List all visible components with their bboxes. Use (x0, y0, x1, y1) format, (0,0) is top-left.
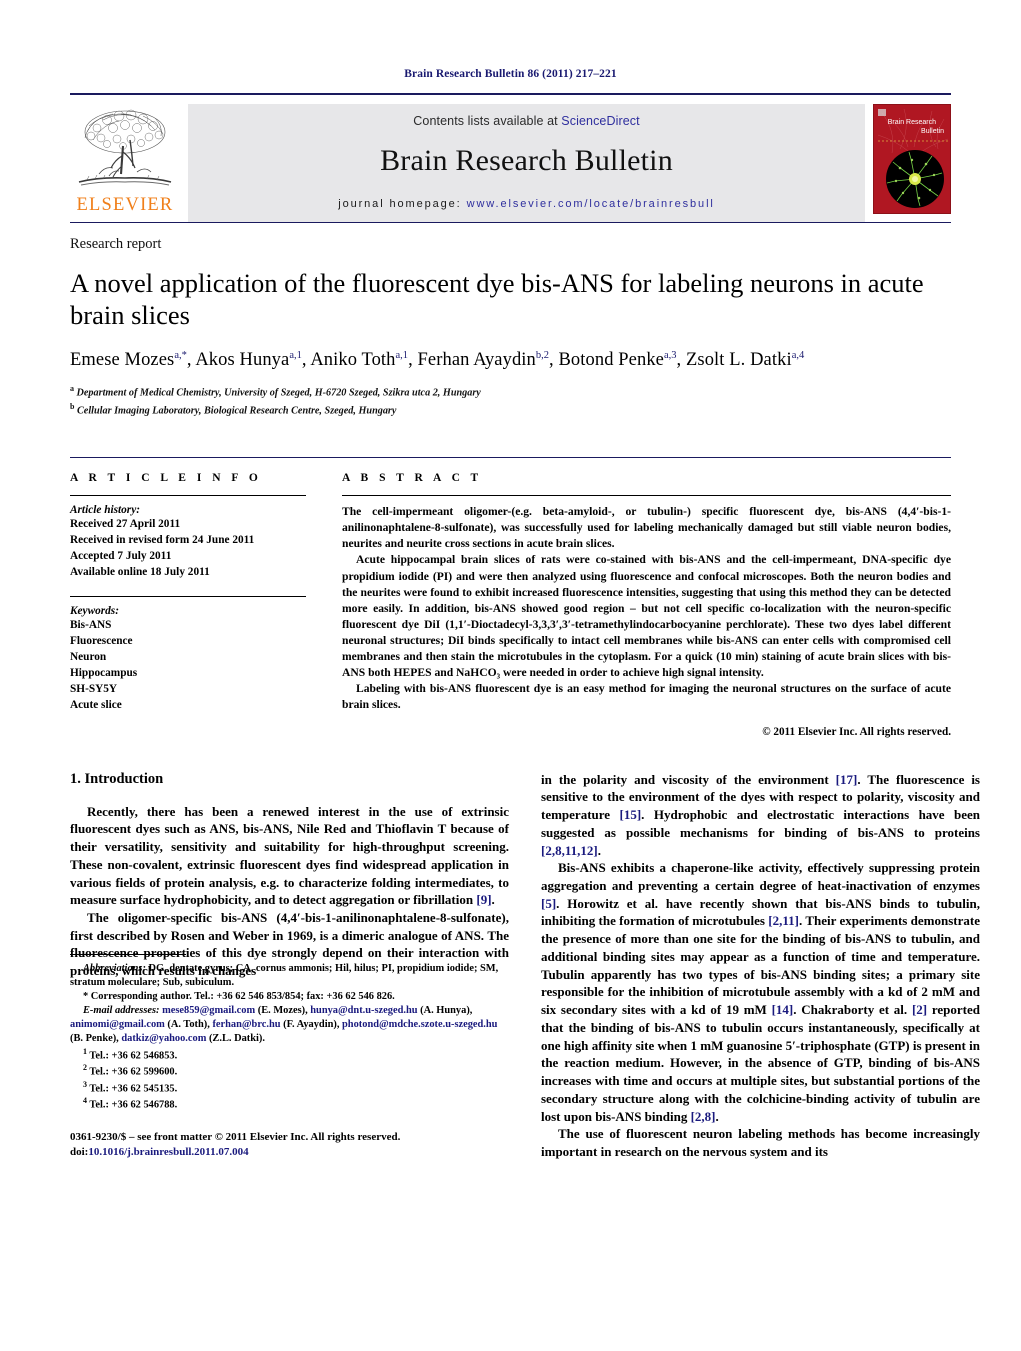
body-paragraph: The use of fluorescent neuron labeling m… (541, 1126, 980, 1159)
email-label: E-mail addresses: (83, 1005, 160, 1017)
homepage-url-link[interactable]: www.elsevier.com/locate/brainresbull (467, 198, 715, 210)
body-paragraph: Bis-ANS exhibits a chaperone-like activi… (541, 860, 980, 1124)
affiliation-b: b Cellular Imaging Laboratory, Biologica… (70, 401, 397, 417)
article-history-label: Article history: (70, 504, 140, 517)
abbreviations-label: Abbreviations: (83, 962, 146, 974)
body-column-right: in the polarity and viscosity of the env… (541, 771, 980, 1161)
footnote-tel: 1 Tel.: +36 62 546853. (83, 1046, 178, 1061)
footnote-tel-text: Tel.: +36 62 545135. (89, 1083, 178, 1095)
author-list: Emese Mozesa,*, Akos Hunyaa,1, Aniko Tot… (70, 349, 805, 370)
journal-article-page: Brain Research Bulletin 86 (2011) 217–22… (0, 0, 1021, 1351)
history-item: Received in revised form 24 June 2011 (70, 534, 255, 547)
body-column-left: 1. Introduction Recently, there has been… (70, 771, 509, 1161)
footnote-tel: 2 Tel.: +36 62 599600. (83, 1063, 178, 1078)
footnote-rule (70, 953, 186, 955)
abstract-paragraph: The cell-impermeant oligomer-(e.g. beta-… (342, 505, 951, 551)
keyword-item: Acute slice (70, 699, 122, 712)
footnote-abbreviations: Abbreviations: DG, dentate gyrus; CA, co… (70, 962, 509, 990)
issn-block: 0361-9230/$ – see front matter © 2011 El… (70, 1130, 509, 1161)
article-info-column: A R T I C L E I N F O Article history: R… (70, 472, 332, 737)
citation-reference[interactable]: [15] (620, 807, 642, 822)
footnote-tel-text: Tel.: +36 62 599600. (89, 1066, 178, 1078)
keyword-item: SH-SY5Y (70, 683, 118, 696)
footnotes-block: Abbreviations: DG, dentate gyrus; CA, co… (70, 953, 509, 1161)
keyword-item: Hippocampus (70, 667, 138, 680)
keywords-block: Keywords: Bis-ANS Fluorescence Neuron Hi… (70, 596, 306, 713)
journal-title: Brain Research Bulletin (380, 144, 673, 177)
info-abstract-section: A R T I C L E I N F O Article history: R… (70, 457, 951, 738)
history-item: Accepted 7 July 2011 (70, 550, 172, 563)
issn-line: 0361-9230/$ – see front matter © 2011 El… (70, 1130, 401, 1143)
elsevier-tree-icon (78, 109, 172, 186)
doi-link[interactable]: 10.1016/j.brainresbull.2011.07.004 (88, 1146, 248, 1158)
journal-band: Contents lists available at ScienceDirec… (188, 104, 865, 222)
history-item: Received 27 April 2011 (70, 518, 181, 531)
abstract-copyright: © 2011 Elsevier Inc. All rights reserved… (762, 725, 951, 738)
footnote-emails: E-mail addresses: mese859@gmail.com (E. … (70, 1004, 509, 1046)
svg-text:Bulletin: Bulletin (921, 128, 944, 135)
journal-cover-thumbnail: Brain Research Bulletin (873, 104, 951, 214)
footnote-tel-text: Tel.: +36 62 546788. (89, 1099, 178, 1111)
citation-reference[interactable]: [2,8,11,12] (541, 843, 598, 858)
affiliation-b-text: Cellular Imaging Laboratory, Biological … (77, 405, 397, 417)
citation-reference[interactable]: [17] (836, 772, 858, 787)
citation-reference[interactable]: [2,11] (768, 913, 799, 928)
body-paragraph: in the polarity and viscosity of the env… (541, 771, 980, 858)
footnote-tel: 3 Tel.: +36 62 545135. (83, 1079, 178, 1095)
body-paragraph: Recently, there has been a renewed inter… (70, 803, 509, 908)
keyword-item: Fluorescence (70, 635, 133, 648)
sciencedirect-link[interactable]: ScienceDirect (561, 114, 639, 128)
contents-available-line: Contents lists available at ScienceDirec… (413, 114, 639, 128)
keywords-label: Keywords: (70, 605, 119, 618)
elsevier-wordmark: ELSEVIER (76, 195, 174, 215)
citation-reference[interactable]: [2] (912, 1002, 927, 1017)
footnote-corresponding-author: * Corresponding author. Tel.: +36 62 546… (83, 990, 395, 1002)
abstract-paragraph: Labeling with bis-ANS fluorescent dye is… (342, 682, 951, 712)
svg-text:Brain Research: Brain Research (888, 119, 936, 126)
journal-homepage-line: journal homepage: www.elsevier.com/locat… (338, 198, 715, 210)
history-item: Available online 18 July 2011 (70, 566, 210, 579)
citation-reference[interactable]: [14] (772, 1002, 794, 1017)
article-info-rule (70, 495, 306, 497)
keywords-rule (70, 596, 306, 598)
abstract-heading: A B S T R A C T (342, 472, 483, 485)
affiliation-a-text: Department of Medical Chemistry, Univers… (76, 387, 481, 399)
footnote-tel-text: Tel.: +36 62 546853. (89, 1049, 178, 1061)
doi-line: doi:10.1016/j.brainresbull.2011.07.004 (70, 1145, 509, 1160)
keyword-item: Bis-ANS (70, 619, 112, 632)
homepage-prefix: journal homepage: (338, 198, 467, 210)
article-body: 1. Introduction Recently, there has been… (70, 771, 980, 1161)
running-head: Brain Research Bulletin 86 (2011) 217–22… (404, 68, 617, 80)
journal-masthead: ELSEVIER Contents lists available at Sci… (70, 93, 951, 222)
page-title: A novel application of the fluorescent d… (70, 268, 924, 331)
abstract-column: A B S T R A C T The cell-impermeant olig… (332, 472, 951, 738)
elsevier-logo: ELSEVIER (70, 104, 180, 222)
abstract-paragraph: Acute hippocampal brain slices of rats w… (342, 553, 951, 680)
citation-reference[interactable]: [2,8] (691, 1109, 716, 1124)
affiliation-a: a Department of Medical Chemistry, Unive… (70, 383, 481, 399)
cover-artwork: Brain Research Bulletin (874, 105, 950, 213)
keyword-item: Neuron (70, 651, 107, 664)
citation-reference[interactable]: [9] (476, 892, 491, 907)
affiliation-list: a Department of Medical Chemistry, Unive… (70, 383, 951, 419)
contents-prefix: Contents lists available at (413, 114, 562, 128)
footnote-tel: 4 Tel.: +36 62 546788. (83, 1096, 178, 1111)
doi-prefix: doi: (70, 1146, 89, 1159)
article-type-label: Research report (70, 236, 162, 252)
article-info-heading: A R T I C L E I N F O (70, 472, 262, 485)
section-heading-introduction: 1. Introduction (70, 770, 164, 787)
citation-reference[interactable]: [5] (541, 896, 556, 911)
abstract-rule (342, 495, 951, 497)
article-title-block: Research report A novel application of t… (70, 222, 951, 419)
